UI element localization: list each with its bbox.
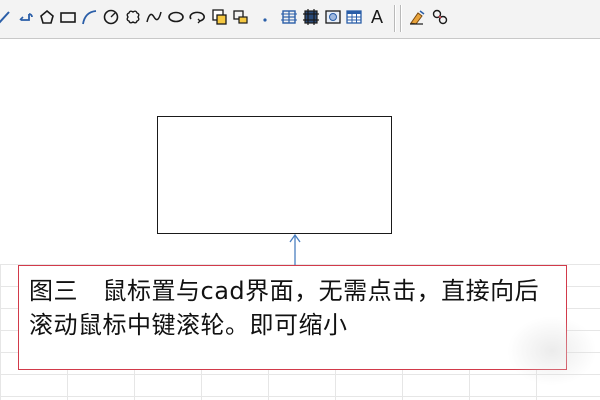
multiline-text-icon[interactable]: A: [368, 8, 386, 26]
multiline-text-label: A: [370, 7, 383, 27]
insert-block-icon[interactable]: [210, 8, 228, 26]
toolbar-separator: [394, 5, 396, 32]
revision-cloud-icon[interactable]: [124, 8, 142, 26]
gradient-icon[interactable]: [302, 8, 320, 26]
erase-icon[interactable]: [408, 8, 426, 26]
arc-icon[interactable]: [80, 8, 98, 26]
draw-toolbar: A: [0, 0, 600, 39]
annotation-text: 图三 鼠标置与cad界面，无需点击，直接向后滚动鼠标中键滚轮。即可缩小: [29, 277, 540, 339]
region-icon[interactable]: [324, 8, 342, 26]
ellipse-icon[interactable]: [167, 8, 185, 26]
ellipse-arc-icon[interactable]: [188, 8, 206, 26]
copy-icon[interactable]: [431, 8, 449, 26]
line-icon[interactable]: [0, 8, 14, 26]
hatch-icon[interactable]: [280, 8, 298, 26]
polygon-icon[interactable]: [38, 8, 56, 26]
point-icon[interactable]: [256, 8, 274, 26]
drawn-rectangle: [157, 116, 392, 234]
toolbar-separator: [400, 5, 402, 32]
table-icon[interactable]: [345, 8, 363, 26]
watermark: [507, 316, 597, 386]
pointer-arrow: [289, 233, 301, 267]
spline-icon[interactable]: [145, 8, 163, 26]
circle-icon[interactable]: [102, 8, 120, 26]
annotation-box: 图三 鼠标置与cad界面，无需点击，直接向后滚动鼠标中键滚轮。即可缩小: [18, 265, 567, 370]
polyline-icon[interactable]: [17, 8, 35, 26]
make-block-icon[interactable]: [231, 8, 249, 26]
rectangle-icon[interactable]: [59, 8, 77, 26]
